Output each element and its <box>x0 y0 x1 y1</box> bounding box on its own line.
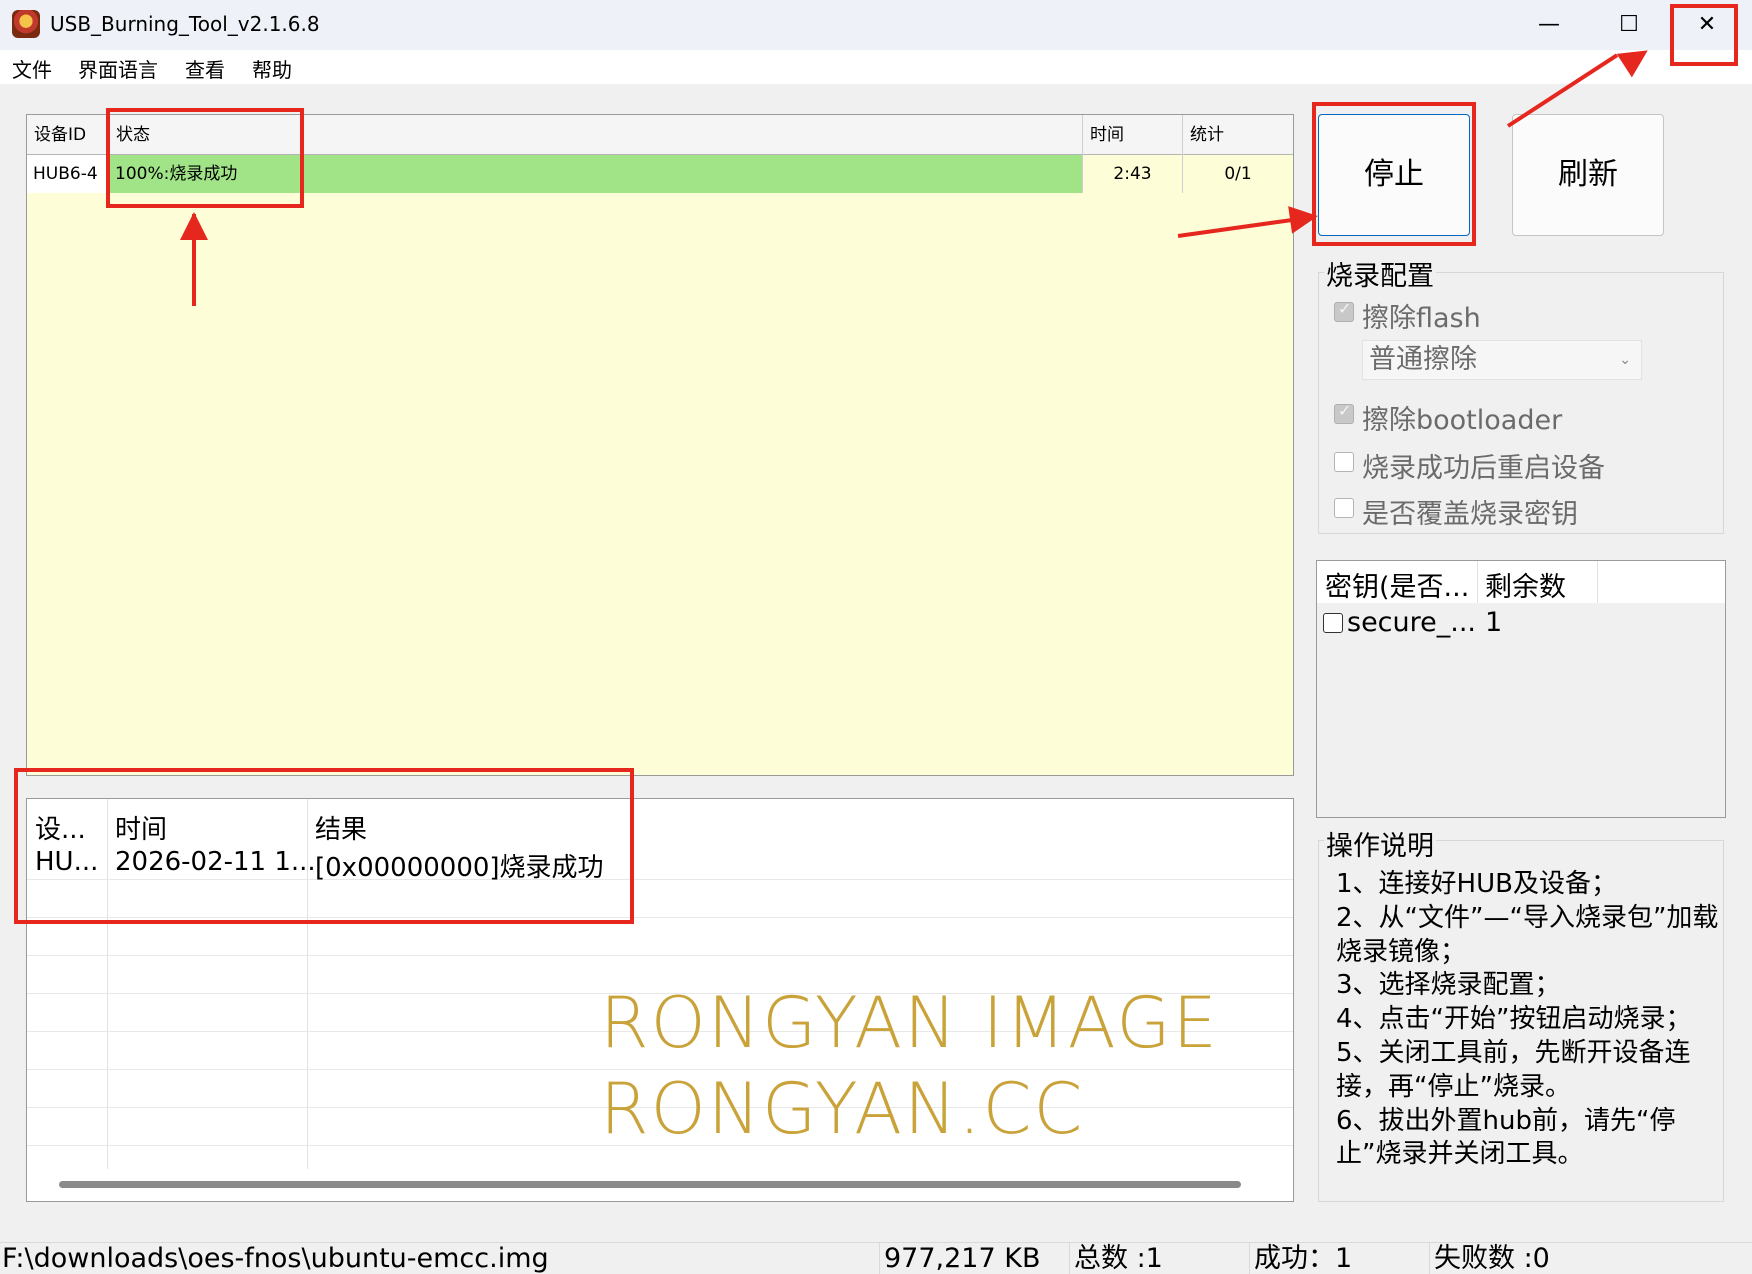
watermark-line-2: RONGYAN.CC <box>600 1068 1085 1150</box>
minimize-button[interactable]: — <box>1514 0 1584 50</box>
key-row-checkbox[interactable] <box>1323 613 1343 633</box>
app-logo-icon <box>12 10 40 38</box>
maximize-icon: ☐ <box>1619 12 1639 37</box>
horizontal-scrollbar[interactable] <box>59 1181 1241 1188</box>
checkbox-unchecked-icon <box>1334 498 1354 518</box>
menu-bar: 文件 界面语言 查看 帮助 <box>0 50 1752 84</box>
erase-mode-value: 普通擦除 <box>1369 344 1477 375</box>
column-stats[interactable]: 统计 <box>1183 115 1293 155</box>
annotation-box-close <box>1670 4 1738 66</box>
failed-count-status: 失败数 :0 <box>1434 1243 1550 1274</box>
erase-bootloader-label: 擦除bootloader <box>1362 405 1563 436</box>
minimize-icon: — <box>1538 12 1560 37</box>
maximize-button[interactable]: ☐ <box>1594 0 1664 50</box>
title-bar: USB_Burning_Tool_v2.1.6.8 — ☐ ✕ <box>0 0 1752 50</box>
burn-config-title: 烧录配置 <box>1324 254 1436 293</box>
erase-mode-select[interactable]: 普通擦除 ⌄ <box>1362 340 1642 380</box>
key-table-header: 密钥(是否... 剩余数 <box>1317 561 1725 603</box>
column-device-id[interactable]: 设备ID <box>27 115 109 155</box>
key-remaining-cell: 1 <box>1485 607 1503 638</box>
column-time[interactable]: 时间 <box>1083 115 1183 155</box>
watermark-line-1: RONGYAN IMAGE <box>600 982 1219 1064</box>
stats-cell: 0/1 <box>1183 155 1293 193</box>
key-column-key[interactable]: 密钥(是否... <box>1325 565 1469 604</box>
instructions-text: 1、连接好HUB及设备； 2、从“文件”—“导入烧录包”加载烧录镜像； 3、选择… <box>1336 869 1719 1170</box>
instructions-title: 操作说明 <box>1324 824 1436 863</box>
window-title: USB_Burning_Tool_v2.1.6.8 <box>50 12 320 36</box>
row-divider <box>27 955 1293 956</box>
menu-help[interactable]: 帮助 <box>252 54 292 83</box>
annotation-box-status <box>106 108 304 208</box>
menu-language[interactable]: 界面语言 <box>78 54 158 83</box>
annotation-box-log <box>14 768 634 924</box>
checkbox-checked-icon <box>1334 401 1354 424</box>
status-bar: F:\downloads\oes-fnos\ubuntu-emcc.img 97… <box>0 1242 1752 1274</box>
column-divider <box>1597 561 1598 603</box>
key-name-cell: secure_... <box>1347 607 1477 638</box>
column-divider <box>1477 561 1478 603</box>
refresh-button[interactable]: 刷新 <box>1512 114 1664 236</box>
device-table[interactable]: 设备ID 状态 时间 统计 HUB6-4 100%:烧录成功 2:43 0/1 <box>26 114 1294 776</box>
checkbox-checked-icon <box>1334 299 1354 322</box>
success-count-status: 成功：1 <box>1250 1243 1430 1274</box>
device-id-cell: HUB6-4 <box>27 155 109 193</box>
overwrite-key-label: 是否覆盖烧录密钥 <box>1362 499 1578 530</box>
key-column-remaining[interactable]: 剩余数 <box>1485 565 1566 604</box>
key-table[interactable]: 密钥(是否... 剩余数 secure_... 1 <box>1316 560 1726 818</box>
menu-view[interactable]: 查看 <box>185 54 225 83</box>
annotation-arrow-stop-head <box>1288 202 1320 234</box>
erase-flash-label: 擦除flash <box>1362 303 1481 334</box>
total-count-status: 总数 :1 <box>1070 1243 1250 1274</box>
reboot-after-label: 烧录成功后重启设备 <box>1362 453 1605 484</box>
file-path-status: F:\downloads\oes-fnos\ubuntu-emcc.img <box>0 1243 880 1274</box>
menu-file[interactable]: 文件 <box>12 54 52 83</box>
time-cell: 2:43 <box>1083 155 1183 193</box>
annotation-box-stop <box>1312 102 1476 246</box>
chevron-down-icon: ⌄ <box>1619 352 1631 368</box>
annotation-arrow-up-head <box>180 212 208 240</box>
file-size-status: 977,217 KB <box>880 1243 1070 1274</box>
checkbox-unchecked-icon <box>1334 452 1354 472</box>
